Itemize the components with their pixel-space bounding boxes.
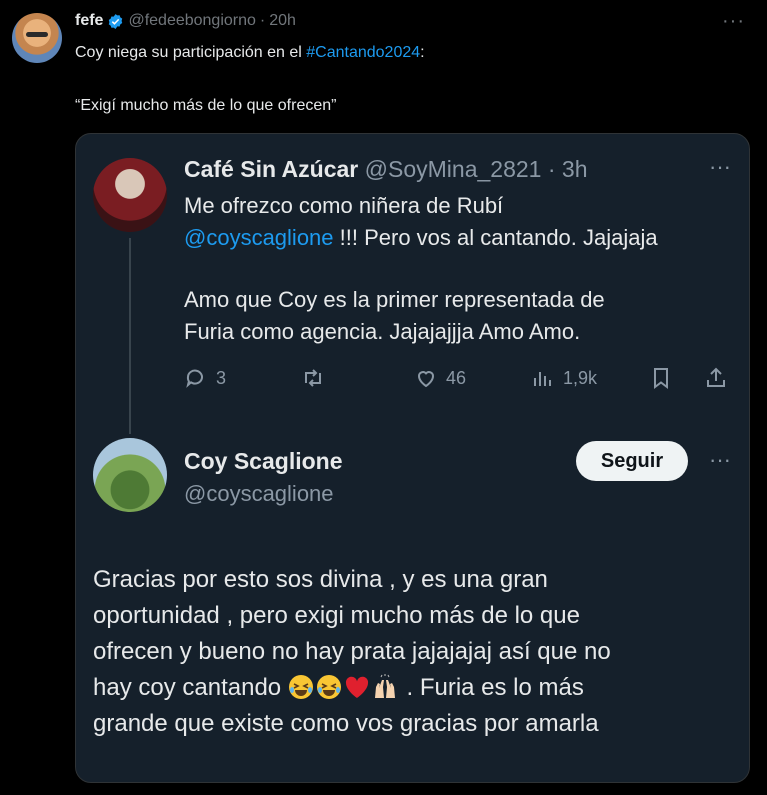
quoted-tweet-text: Me ofrezco como niñera de Rubí @coyscagl… xyxy=(184,190,724,348)
author-name[interactable]: Café Sin Azúcar xyxy=(184,156,358,182)
reply-tweet-text: Gracias por esto sos divina , y es una g… xyxy=(93,562,733,742)
like-icon xyxy=(417,371,435,388)
bookmark-button[interactable] xyxy=(649,366,673,390)
text-line: ofrecen y bueno no hay prata jajajajaj a… xyxy=(93,638,611,665)
reply-count: 3 xyxy=(216,367,227,388)
more-icon[interactable]: ··· xyxy=(709,447,731,473)
laughing-emoji-icon xyxy=(288,675,313,699)
like-count: 46 xyxy=(446,367,467,388)
avatar[interactable] xyxy=(93,158,167,232)
text-line: Furia como agencia. Jajajajjja Amo Amo. xyxy=(184,319,581,344)
text-line: oportunidad , pero exigi mucho más de lo… xyxy=(93,602,580,629)
tweet-text-part: Coy niega su participación en el xyxy=(75,44,307,61)
author-handle[interactable]: @SoyMina_2821 xyxy=(365,156,542,182)
quoted-thread-card[interactable]: Café Sin Azúcar @SoyMina_2821 · 3h ··· M… xyxy=(75,133,750,783)
reply-button[interactable]: 3 xyxy=(184,366,226,390)
share-button[interactable] xyxy=(704,366,728,390)
views-count: 1,9k xyxy=(563,367,598,388)
share-icon xyxy=(707,367,725,387)
retweet-icon xyxy=(305,369,321,387)
tweet-actions: 3 46 1,9k xyxy=(184,366,729,396)
author-name[interactable]: Coy Scaglione xyxy=(184,448,342,475)
text-line: !!! Pero vos al cantando. Jajajaja xyxy=(333,225,658,250)
thread-line xyxy=(129,238,131,434)
mention-link[interactable]: @coyscaglione xyxy=(184,225,334,250)
author-name[interactable]: fefe xyxy=(75,12,103,30)
views-icon xyxy=(534,372,551,386)
quote-line: “Exigí mucho más de lo que ofrecen” xyxy=(75,97,337,114)
author-handle[interactable]: @coyscaglione xyxy=(184,481,334,507)
views-button[interactable]: 1,9k xyxy=(531,366,597,390)
avatar[interactable] xyxy=(12,13,62,63)
text-line: Amo que Coy es la primer representada de xyxy=(184,287,605,312)
quoted-tweet-header: Café Sin Azúcar @SoyMina_2821 · 3h xyxy=(184,156,588,183)
text-line: Gracias por esto sos divina , y es una g… xyxy=(93,566,548,593)
more-icon[interactable]: ··· xyxy=(722,10,745,33)
separator: · xyxy=(259,12,266,29)
like-button[interactable]: 46 xyxy=(414,366,466,390)
follow-button[interactable]: Seguir xyxy=(576,441,688,481)
retweet-button[interactable] xyxy=(301,366,325,390)
text-line: grande que existe como vos gracias por a… xyxy=(93,710,599,737)
text-line: . Furia es lo más xyxy=(406,674,584,701)
author-handle[interactable]: @fedeebongiorno xyxy=(128,12,255,30)
hashtag-link[interactable]: #Cantando2024 xyxy=(306,44,420,61)
outer-tweet-header: fefe @fedeebongiorno · 20h xyxy=(75,12,296,30)
avatar[interactable] xyxy=(93,438,167,512)
more-icon[interactable]: ··· xyxy=(709,154,731,180)
tweet-text-part: : xyxy=(420,44,425,61)
tweet-text: Coy niega su participación en el #Cantan… xyxy=(75,42,425,116)
text-line: hay coy cantando xyxy=(93,674,288,701)
verified-badge-icon xyxy=(109,13,123,29)
reply-icon xyxy=(186,369,203,388)
timestamp[interactable]: 3h xyxy=(562,156,588,182)
bookmark-icon xyxy=(654,368,668,389)
timestamp[interactable]: 20h xyxy=(269,12,296,30)
separator: · xyxy=(547,156,556,182)
text-line: Me ofrezco como niñera de Rubí xyxy=(184,193,504,218)
heart-emoji-icon xyxy=(345,676,368,698)
raised-hands-emoji-icon xyxy=(374,674,395,698)
laughing-emoji-icon xyxy=(316,675,341,699)
